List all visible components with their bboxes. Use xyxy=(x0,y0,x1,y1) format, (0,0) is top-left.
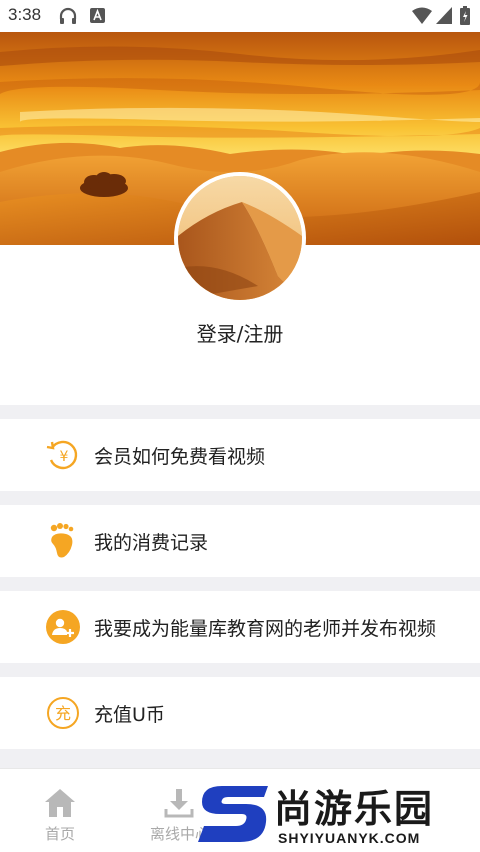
svg-text:¥: ¥ xyxy=(60,449,69,465)
menu-item-label: 充值U币 xyxy=(94,703,165,726)
menu-item-free-video[interactable]: ¥ 会员如何免费看视频 xyxy=(0,419,480,491)
home-icon xyxy=(45,789,75,817)
svg-text:充: 充 xyxy=(55,704,71,723)
status-time: 3:38 xyxy=(8,5,42,24)
nav-home[interactable]: 首页 xyxy=(0,769,120,852)
wifi-icon xyxy=(412,7,432,24)
recharge-icon: 充 xyxy=(45,695,81,731)
nav-home-label: 首页 xyxy=(44,825,75,843)
watermark-title: 尚游乐园 xyxy=(274,787,435,831)
menu-item-label: 我要成为能量库教育网的老师并发布视频 xyxy=(94,617,437,640)
menu-item-consumption-record[interactable]: 我的消费记录 xyxy=(0,505,480,577)
menu-item-recharge[interactable]: 充 充值U币 xyxy=(0,677,480,749)
yen-refresh-icon: ¥ xyxy=(45,437,81,473)
a-badge-icon xyxy=(90,8,105,23)
menu-separator xyxy=(0,405,480,419)
menu-item-label: 我的消费记录 xyxy=(94,531,209,554)
login-register-link[interactable]: 登录/注册 xyxy=(0,318,480,347)
avatar[interactable] xyxy=(174,172,306,304)
sand-dune-avatar-image xyxy=(178,176,302,300)
menu-item-label: 会员如何免费看视频 xyxy=(94,445,266,468)
add-user-icon xyxy=(45,609,81,645)
download-icon xyxy=(164,789,194,818)
menu-separator xyxy=(0,663,480,677)
menu-separator xyxy=(0,577,480,591)
footprint-icon xyxy=(45,523,81,559)
battery-icon xyxy=(460,6,470,25)
watermark-subtitle: SHYIYUANYK.COM xyxy=(278,830,421,846)
menu-separator xyxy=(0,749,480,768)
watermark-s-logo-icon xyxy=(198,786,268,842)
menu-separator xyxy=(0,491,480,505)
headphones-icon xyxy=(59,7,77,24)
menu-item-become-teacher[interactable]: 我要成为能量库教育网的老师并发布视频 xyxy=(0,591,480,663)
signal-icon xyxy=(436,7,452,24)
watermark-logo: 尚游乐园 SHYIYUANYK.COM xyxy=(196,772,480,852)
status-bar: 3:38 xyxy=(0,0,480,32)
